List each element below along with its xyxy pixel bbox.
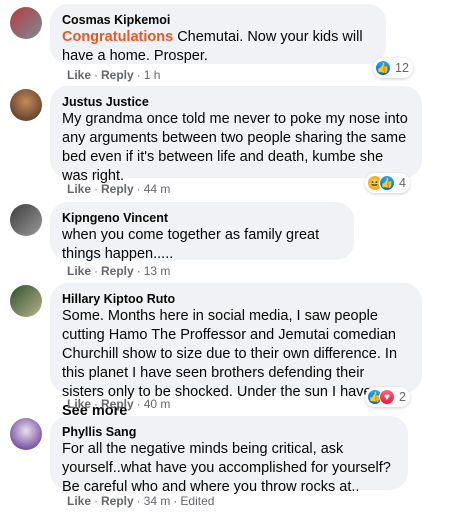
reaction-summary[interactable]: 😆 👍 4	[365, 173, 410, 193]
reaction-count: 4	[399, 176, 406, 190]
like-link[interactable]: Like	[67, 68, 91, 82]
highlight-text: Congratulations	[62, 29, 174, 45]
timestamp[interactable]: 40 m	[144, 397, 171, 411]
comment-text: when you come together as family great t…	[62, 227, 320, 262]
comment-bubble: Phyllis Sang For all the negative minds …	[50, 416, 408, 495]
reply-link[interactable]: Reply	[101, 397, 134, 411]
comment-text: Congratulations Chemutai. Now your kids …	[62, 29, 363, 64]
edited-label: Edited	[180, 494, 215, 508]
timestamp[interactable]: 1 h	[144, 68, 161, 82]
timestamp[interactable]: 13 m	[144, 264, 171, 278]
timestamp[interactable]: 44 m	[144, 182, 171, 196]
reaction-count: 12	[395, 61, 409, 75]
comment-author[interactable]: Phyllis Sang	[62, 424, 396, 440]
comment-author[interactable]: Kipngeno Vincent	[62, 210, 342, 226]
comment-text: For all the negative minds being critica…	[62, 441, 391, 495]
comment-author[interactable]: Justus Justice	[62, 94, 410, 110]
reply-link[interactable]: Reply	[101, 494, 134, 508]
comment-bubble: Kipngeno Vincent when you come together …	[50, 202, 354, 262]
comment-actions: Like · Reply · 40 m	[67, 397, 171, 411]
comment-author[interactable]: Cosmas Kipkemoi	[62, 12, 374, 28]
like-link[interactable]: Like	[67, 494, 91, 508]
comment-bubble: Hillary Kiptoo Ruto Some. Months here in…	[50, 283, 422, 419]
reaction-summary[interactable]: 👍 ♥ 2	[365, 387, 410, 407]
comment-author[interactable]: Hillary Kiptoo Ruto	[62, 291, 410, 307]
like-icon: 👍	[375, 60, 391, 76]
avatar[interactable]	[10, 285, 42, 317]
love-icon: ♥	[379, 389, 395, 405]
reply-link[interactable]: Reply	[101, 182, 134, 196]
comment-actions: Like · Reply · 34 m · Edited	[67, 494, 215, 508]
reaction-summary[interactable]: 👍 12	[373, 58, 413, 78]
avatar[interactable]	[10, 418, 42, 450]
reply-link[interactable]: Reply	[101, 264, 134, 278]
like-link[interactable]: Like	[67, 264, 91, 278]
avatar[interactable]	[10, 204, 42, 236]
reaction-count: 2	[399, 390, 406, 404]
comment-actions: Like · Reply · 44 m	[67, 182, 171, 196]
avatar[interactable]	[10, 89, 42, 121]
comment-actions: Like · Reply · 13 m	[67, 264, 171, 278]
comment-actions: Like · Reply · 1 h	[67, 68, 161, 82]
reply-link[interactable]: Reply	[101, 68, 134, 82]
like-link[interactable]: Like	[67, 182, 91, 196]
comment-text: My grandma once told me never to poke my…	[62, 111, 408, 184]
like-link[interactable]: Like	[67, 397, 91, 411]
like-icon: 👍	[379, 175, 395, 191]
avatar[interactable]	[10, 7, 42, 39]
comment-bubble: Cosmas Kipkemoi Congratulations Chemutai…	[50, 4, 386, 64]
timestamp[interactable]: 34 m	[144, 494, 171, 508]
comment-bubble: Justus Justice My grandma once told me n…	[50, 86, 422, 184]
